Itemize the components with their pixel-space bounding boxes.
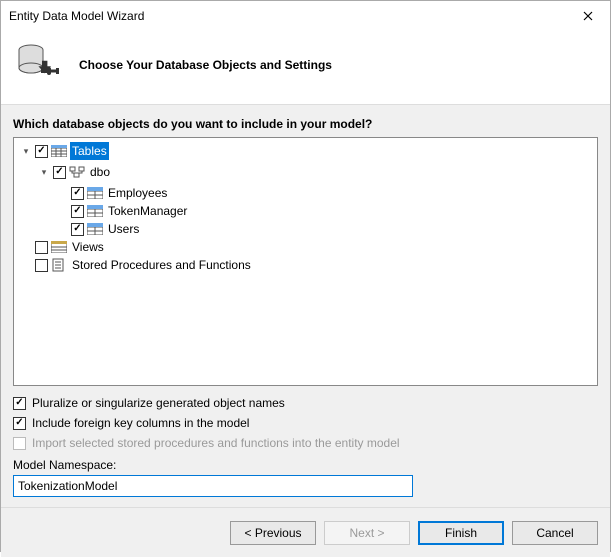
prompt-text: Which database objects do you want to in…	[13, 117, 598, 131]
option-foreign-keys[interactable]: Include foreign key columns in the model	[13, 416, 598, 430]
option-import-sprocs: Import selected stored procedures and fu…	[13, 436, 598, 450]
finish-button[interactable]: Finish	[418, 521, 504, 545]
option-label: Import selected stored procedures and fu…	[32, 436, 400, 450]
table-icon	[87, 186, 103, 200]
options-group: Pluralize or singularize generated objec…	[13, 396, 598, 450]
tree-node-dbo[interactable]: ▾ dbo ▸ Employees	[38, 163, 591, 238]
objects-tree[interactable]: ▾ Tables ▾ dbo	[13, 137, 598, 386]
namespace-input[interactable]	[13, 475, 413, 497]
window-title: Entity Data Model Wizard	[9, 9, 144, 23]
option-label: Pluralize or singularize generated objec…	[32, 396, 285, 410]
wizard-content: Which database objects do you want to in…	[1, 105, 610, 507]
checkbox[interactable]	[13, 397, 26, 410]
namespace-label: Model Namespace:	[13, 458, 598, 472]
tree-label-views[interactable]: Views	[70, 238, 106, 256]
sprocs-icon	[51, 258, 67, 272]
table-icon	[87, 204, 103, 218]
checkbox[interactable]	[35, 145, 48, 158]
tree-label-table[interactable]: Users	[106, 220, 141, 238]
option-pluralize[interactable]: Pluralize or singularize generated objec…	[13, 396, 598, 410]
schema-icon	[69, 165, 85, 179]
option-label: Include foreign key columns in the model	[32, 416, 249, 430]
checkbox	[13, 437, 26, 450]
tree-label-table[interactable]: TokenManager	[106, 202, 189, 220]
database-icon	[17, 43, 61, 86]
tree-node-table[interactable]: ▸ Users	[56, 220, 591, 238]
wizard-heading: Choose Your Database Objects and Setting…	[79, 58, 332, 72]
tree-label-sprocs[interactable]: Stored Procedures and Functions	[70, 256, 253, 274]
wizard-header: Choose Your Database Objects and Setting…	[1, 31, 610, 105]
cancel-button[interactable]: Cancel	[512, 521, 598, 545]
tree-node-sprocs[interactable]: ▸ Stored Procedures and Functions	[20, 256, 591, 274]
tree-node-table[interactable]: ▸ TokenManager	[56, 202, 591, 220]
tables-icon	[51, 144, 67, 158]
table-icon	[87, 222, 103, 236]
checkbox[interactable]	[53, 166, 66, 179]
tree-node-views[interactable]: ▸ Views	[20, 238, 591, 256]
tree-label-table[interactable]: Employees	[106, 184, 169, 202]
close-button[interactable]	[565, 1, 610, 31]
checkbox[interactable]	[35, 241, 48, 254]
tree-node-table[interactable]: ▸ Employees	[56, 184, 591, 202]
tree-label-dbo[interactable]: dbo	[88, 163, 112, 181]
close-icon	[583, 11, 593, 21]
wizard-footer: < Previous Next > Finish Cancel	[1, 507, 610, 557]
titlebar: Entity Data Model Wizard	[1, 1, 610, 31]
views-icon	[51, 240, 67, 254]
checkbox[interactable]	[13, 417, 26, 430]
tree-node-tables[interactable]: ▾ Tables ▾ dbo	[20, 142, 591, 238]
expander-icon[interactable]: ▾	[20, 145, 32, 157]
expander-icon[interactable]: ▾	[38, 166, 50, 178]
checkbox[interactable]	[71, 205, 84, 218]
checkbox[interactable]	[35, 259, 48, 272]
previous-button[interactable]: < Previous	[230, 521, 316, 545]
tree-label-tables[interactable]: Tables	[70, 142, 109, 160]
checkbox[interactable]	[71, 187, 84, 200]
next-button: Next >	[324, 521, 410, 545]
checkbox[interactable]	[71, 223, 84, 236]
